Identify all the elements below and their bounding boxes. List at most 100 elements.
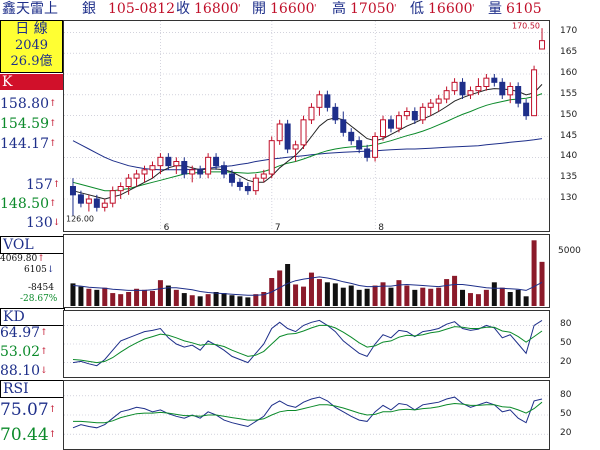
stock-name: 鑫天雷上 (2, 1, 58, 17)
candle-body (435, 98, 442, 104)
volume-bar (436, 287, 442, 306)
candle-body (157, 156, 164, 167)
kd-value-k: 64.97↑ (0, 325, 48, 341)
candle-body (101, 202, 108, 208)
candle-body (507, 86, 514, 96)
tab-rsi[interactable]: RSI (0, 380, 65, 398)
candle-body (228, 173, 235, 183)
range-value-1: 157↑ (26, 177, 61, 193)
low-label: 低 (410, 1, 424, 17)
close-label: 收 (176, 1, 190, 17)
volume-bar (340, 287, 346, 306)
indicator-sidebar: 日 線 2049 26.9億 K 158.80↑ 154.59↑ 144.17↑… (0, 20, 65, 450)
ma-value-3: 144.17↑ (0, 136, 57, 152)
volume-bar (189, 295, 195, 306)
candle-body (467, 90, 474, 96)
candle-body (141, 169, 148, 175)
open-label: 開 (252, 1, 266, 17)
candle-body (252, 177, 259, 192)
volume-bar (491, 282, 497, 306)
vol-diff-pct: -28.67% (20, 294, 58, 304)
high-label: 高 (332, 1, 346, 17)
price-tick-label: 135 (560, 172, 578, 183)
price-tick-label: 155 (560, 88, 578, 99)
rsi-value-1: 75.07↑ (0, 400, 57, 420)
price-tick-label: 150 (560, 109, 578, 120)
candle-body (459, 81, 466, 96)
candle-body (539, 40, 546, 50)
vol-diff: -8454 -28.67% (0, 283, 63, 305)
kd-values: 64.97↑ 53.02↑ 88.10↓ (0, 324, 63, 381)
volume-bar (483, 289, 489, 306)
volume-bar (499, 287, 505, 306)
kd-value-j: 88.10↓ (0, 363, 48, 379)
volume-bar (285, 264, 291, 306)
rsi-panel (63, 380, 550, 450)
month-label: 7 (275, 223, 281, 233)
volume-bar (539, 261, 545, 306)
candle-body (340, 119, 347, 133)
kd-panel (63, 310, 550, 378)
volume-bar (316, 279, 322, 306)
volume-bar (94, 289, 100, 306)
volume-bar (197, 296, 203, 306)
price-tick-label: 160 (560, 68, 578, 78)
volume-bar (173, 289, 179, 306)
volume-bar (142, 289, 148, 306)
candle-body (523, 102, 530, 117)
volume-bar (332, 283, 338, 306)
price-tick-label: 145 (560, 130, 578, 141)
vol-values: 4069.80↑ 6105↓ (0, 254, 63, 276)
low-value: 16600 (428, 1, 473, 17)
candle-body (364, 148, 371, 158)
volume-bar (149, 290, 155, 306)
candle-body (499, 81, 506, 96)
volume-bar (102, 287, 108, 306)
open-value: 16600 (270, 1, 315, 17)
tab-kline[interactable]: K (0, 74, 63, 90)
volume-bar (372, 285, 378, 306)
volume-bar (118, 294, 124, 306)
volume-panel (63, 234, 550, 308)
volume-bar (404, 285, 410, 306)
candle-body (332, 106, 339, 121)
kd-tick-label: 20 (560, 356, 572, 367)
volume-bar (293, 284, 299, 306)
month-label: 8 (378, 223, 384, 233)
vol-value-2: 6105↓ (24, 265, 55, 275)
candle-body (411, 111, 418, 121)
candle-body (356, 140, 363, 150)
stock-suffix: 銀 (82, 1, 96, 17)
candle-body (93, 198, 100, 208)
volume-bar (324, 282, 330, 306)
volume-bar (452, 275, 458, 306)
volume-bar (157, 280, 163, 306)
volume-bar (301, 286, 307, 306)
close-value: 16800 (194, 1, 239, 17)
candle-body (189, 169, 196, 175)
candle-body (427, 102, 434, 108)
trade-amount: 26.9億 (10, 54, 53, 69)
candle-body (475, 86, 482, 92)
volume-bar (110, 293, 116, 306)
candle-body (69, 186, 76, 196)
candle-body (372, 136, 379, 158)
candle-body (316, 94, 323, 108)
high-mark: ' (394, 4, 397, 14)
volume-bar (134, 288, 140, 306)
quote-header: 鑫天雷上 銀 105-0812 收 16800 ' 開 16600 ' 高 17… (0, 0, 600, 18)
volume-bar (237, 296, 243, 306)
rsi-tick-label: 50 (560, 409, 572, 419)
rsi-tick-label: 80 (560, 389, 572, 400)
kd-tick-label: 50 (560, 338, 572, 348)
candle-body (531, 69, 538, 117)
candle-body (292, 144, 299, 150)
candle-body (221, 165, 228, 175)
open-mark: ' (314, 4, 317, 14)
volume-bar (396, 280, 402, 306)
candle-body (387, 119, 394, 129)
candle-body (515, 86, 522, 104)
volume-bar (467, 293, 473, 306)
tab-vol[interactable]: VOL (0, 236, 65, 254)
candle-body (483, 77, 490, 88)
